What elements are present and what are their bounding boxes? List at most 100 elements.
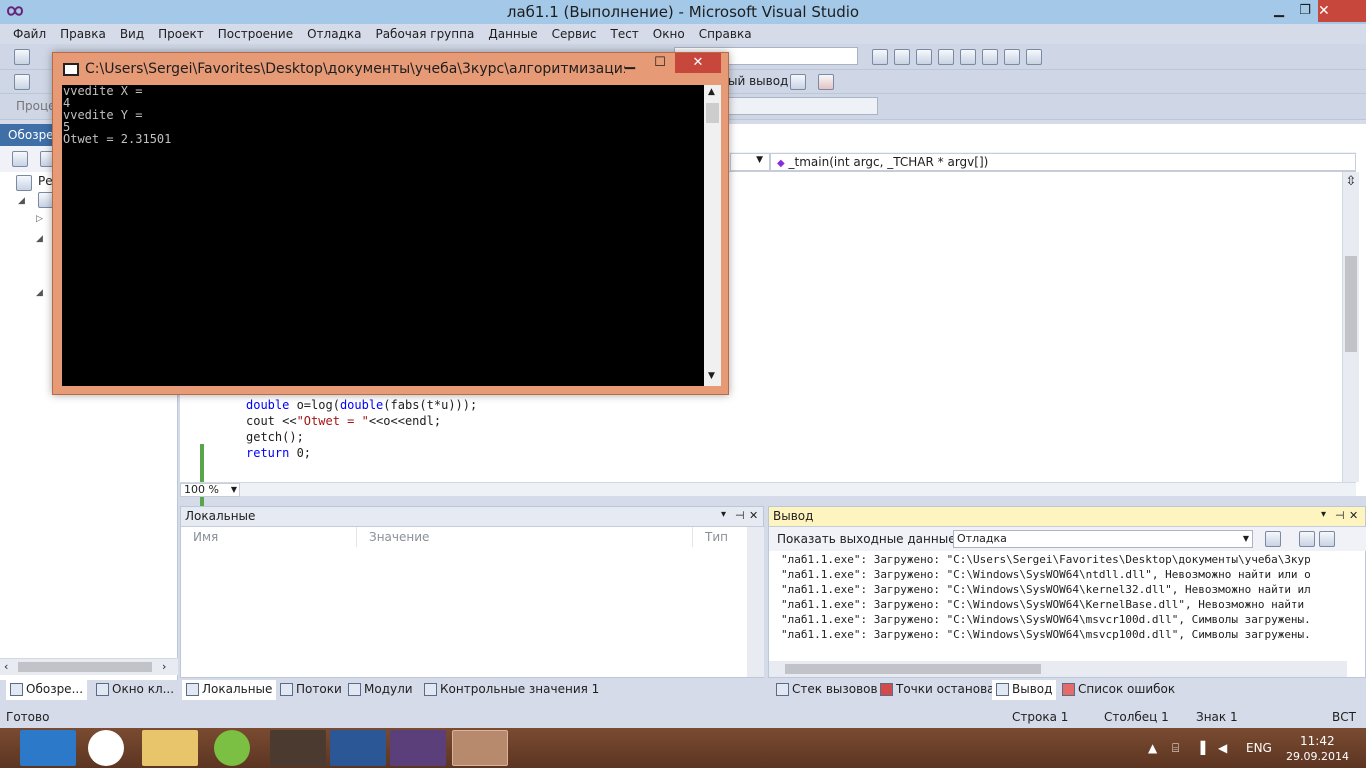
chevron-down-icon[interactable]: ▼ <box>708 371 715 381</box>
console-maximize-button[interactable]: ☐ <box>645 53 675 73</box>
tab-modules[interactable]: Модули <box>344 680 417 700</box>
close-icon[interactable]: ✕ <box>749 509 758 522</box>
function-combo[interactable]: ◆ _tmain(int argc, _TCHAR * argv[]) <box>770 153 1356 171</box>
file-explorer-icon[interactable] <box>142 730 198 766</box>
vertical-scrollbar[interactable] <box>747 527 764 677</box>
solution-explorer-icon[interactable] <box>894 49 910 65</box>
tab-output[interactable]: Вывод <box>992 680 1057 700</box>
command-window-icon[interactable] <box>1026 49 1042 65</box>
tree-collapsed-icon[interactable]: ▷ <box>36 214 43 224</box>
restore-button[interactable]: ❐ <box>1292 2 1318 20</box>
panel-menu-icon[interactable]: ▾ <box>1321 509 1326 520</box>
menu-team[interactable]: Рабочая группа <box>368 24 481 44</box>
find-message-icon[interactable] <box>1265 531 1281 547</box>
console-close-button[interactable]: ✕ <box>675 53 721 73</box>
tab-locals[interactable]: Локальные <box>182 680 277 700</box>
tab-error-list[interactable]: Список ошибок <box>1058 680 1179 700</box>
word-icon[interactable] <box>330 730 386 766</box>
wrench-icon[interactable] <box>790 74 806 90</box>
language-indicator[interactable]: ENG <box>1246 741 1272 755</box>
editor-vertical-scrollbar[interactable] <box>1342 172 1359 482</box>
column-type[interactable]: Тип <box>693 527 749 547</box>
code-line-o[interactable]: double o=log(double(fabs(t*u))); <box>246 398 477 412</box>
scroll-thumb[interactable] <box>18 662 152 672</box>
menu-tools[interactable]: Сервис <box>545 24 604 44</box>
pin-icon[interactable]: ⊣ <box>735 509 745 522</box>
output-text[interactable]: "лаб1.1.exe": Загружено: "C:\Users\Serge… <box>769 551 1347 661</box>
tree-expander-icon[interactable]: ◢ <box>36 234 43 244</box>
toolbox-icon[interactable] <box>960 49 976 65</box>
extension-manager-icon[interactable] <box>1004 49 1020 65</box>
status-line: Строка 1 <box>1012 710 1069 724</box>
class-combo[interactable]: ▼ <box>730 153 770 171</box>
pin-icon[interactable]: ⊣ <box>1335 509 1345 522</box>
menu-data[interactable]: Данные <box>481 24 544 44</box>
code-line-return[interactable]: return 0; <box>246 446 311 460</box>
utorrent-icon[interactable] <box>214 730 250 766</box>
output-source-combo[interactable]: Отладка ▼ <box>953 530 1253 548</box>
split-editor-icon[interactable]: ⇳ <box>1343 174 1359 190</box>
horizontal-scrollbar[interactable]: ‹ › <box>0 658 178 675</box>
new-project-icon[interactable] <box>14 49 30 65</box>
console-vertical-scrollbar[interactable]: ▲ ▼ <box>704 85 721 386</box>
clear-all-icon[interactable] <box>1299 531 1315 547</box>
chevron-up-icon[interactable]: ▲ <box>708 87 715 97</box>
menu-test[interactable]: Тест <box>603 24 645 44</box>
signal-icon[interactable]: ▐ <box>1196 741 1205 755</box>
menu-build[interactable]: Построение <box>211 24 300 44</box>
column-name[interactable]: Имя <box>181 527 357 547</box>
horizontal-scrollbar[interactable] <box>769 661 1347 677</box>
minimize-button[interactable]: ▁ <box>1266 2 1292 20</box>
tab-class-view[interactable]: Окно кл... <box>92 680 178 700</box>
visual-studio-taskbar-icon[interactable] <box>390 730 446 766</box>
start-page-icon[interactable] <box>982 49 998 65</box>
code-line-getch[interactable]: getch(); <box>246 430 304 444</box>
tab-breakpoints[interactable]: Точки останова <box>876 680 999 700</box>
close-icon[interactable]: ✕ <box>1349 509 1358 522</box>
menu-edit[interactable]: Правка <box>53 24 113 44</box>
clock-time[interactable]: 11:42 <box>1300 734 1335 748</box>
speaker-icon[interactable] <box>20 730 76 766</box>
zoom-combo[interactable]: 100 % ▼ <box>180 483 240 497</box>
menu-help[interactable]: Справка <box>692 24 759 44</box>
stack-frame-combo[interactable] <box>726 97 878 115</box>
console-output[interactable]: vvedite X = 4 vvedite Y = 5 Otwet = 2.31501 <box>62 85 704 386</box>
column-value[interactable]: Значение <box>357 527 693 547</box>
show-hidden-icons[interactable]: ▲ <box>1148 741 1157 755</box>
tab-threads[interactable]: Потоки <box>276 680 346 700</box>
menu-debug[interactable]: Отладка <box>300 24 368 44</box>
breakpoint-icon[interactable] <box>818 74 834 90</box>
show-all-files-icon[interactable] <box>12 151 28 167</box>
scroll-thumb[interactable] <box>785 664 1041 674</box>
scroll-thumb[interactable] <box>1345 256 1357 352</box>
network-icon[interactable]: ⌸ <box>1172 741 1179 756</box>
active-window-icon[interactable] <box>452 730 508 766</box>
scroll-left-icon[interactable]: ‹ <box>4 660 8 673</box>
tab-call-stack[interactable]: Стек вызовов <box>772 680 882 700</box>
menu-file[interactable]: Файл <box>6 24 53 44</box>
menu-project[interactable]: Проект <box>151 24 211 44</box>
properties-icon[interactable] <box>916 49 932 65</box>
volume-icon[interactable]: ◀ <box>1218 741 1227 755</box>
tree-expander-icon[interactable]: ◢ <box>36 288 43 298</box>
panel-menu-icon[interactable]: ▾ <box>721 509 726 520</box>
scroll-right-icon[interactable]: › <box>162 660 166 673</box>
solution-root-label[interactable]: Ре <box>38 174 53 188</box>
scroll-thumb[interactable] <box>706 103 719 123</box>
menu-view[interactable]: Вид <box>113 24 151 44</box>
yandex-browser-icon[interactable] <box>88 730 124 766</box>
media-player-icon[interactable] <box>270 730 326 766</box>
tab-watch[interactable]: Контрольные значения 1 <box>420 680 603 700</box>
word-wrap-icon[interactable] <box>1319 531 1335 547</box>
tab-solution-explorer[interactable]: Обозре... <box>6 680 88 700</box>
find-in-files-icon[interactable] <box>872 49 888 65</box>
clock-date[interactable]: 29.09.2014 <box>1286 750 1349 763</box>
menu-window[interactable]: Окно <box>646 24 692 44</box>
code-line-cout[interactable]: cout <<"Otwet = "<<o<<endl; <box>246 414 441 428</box>
console-minimize-button[interactable]: ▁ <box>615 53 645 73</box>
close-button[interactable]: ✕ <box>1318 0 1366 22</box>
tree-expander-icon[interactable]: ◢ <box>18 196 25 206</box>
object-browser-icon[interactable] <box>938 49 954 65</box>
debug-toolbar-icon[interactable] <box>14 74 30 90</box>
console-window[interactable]: C:\Users\Sergei\Favorites\Desktop\докуме… <box>52 52 729 395</box>
